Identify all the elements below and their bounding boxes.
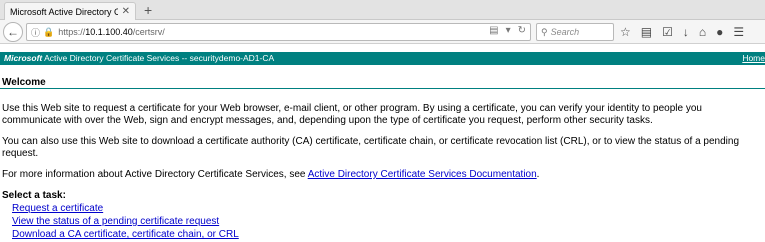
intro-paragraph: Use this Web site to request a certifica… [2,103,702,126]
home-icon[interactable]: ⌂ [699,23,706,41]
back-arrow-icon[interactable]: ← [3,22,23,42]
task-heading: Select a task: [2,190,66,201]
task-list: Request a certificate View the status of… [2,202,762,241]
new-tab-button[interactable]: + [144,2,152,18]
reading-list-icon[interactable]: ▤ [641,23,652,41]
reload-icon[interactable]: ↻ [518,25,526,36]
address-bar[interactable]: ⓘ 🔒 https://10.1.100.40/certsrv/ ▤ ▾ ↻ [26,23,531,41]
site-info-icon[interactable]: ⓘ [31,26,40,39]
download-ca-certificate-link[interactable]: Download a CA certificate, certificate c… [12,229,239,240]
bookmark-star-icon[interactable]: ☆ [620,23,631,41]
certsrv-header: Microsoft Active Directory Certificate S… [0,52,765,65]
view-pending-request-link[interactable]: View the status of a pending certificate… [12,216,219,227]
lock-icon: 🔒 [43,26,55,37]
home-link[interactable]: Home [742,52,765,65]
url-text: https://10.1.100.40/certsrv/ [58,27,165,37]
reader-view-icon[interactable]: ▤ [489,25,498,36]
documentation-link[interactable]: Active Directory Certificate Services Do… [308,169,537,180]
tab-title: Microsoft Active Directory Cert... [10,6,118,17]
browser-tab[interactable]: Microsoft Active Directory Cert... ✕ [4,2,136,20]
download-icon[interactable]: ↓ [683,23,689,41]
page-content: Welcome Use this Web site to request a c… [2,77,762,241]
close-tab-icon[interactable]: ✕ [122,6,130,17]
search-icon: ⚲ [541,26,548,37]
download-paragraph: You can also use this Web site to downlo… [2,136,740,159]
menu-icon[interactable]: ☰ [733,23,744,41]
header-title: Active Directory Certificate Services --… [42,53,275,63]
header-brand: Microsoft [4,53,43,63]
page-title: Welcome [2,77,46,88]
tab-strip: Microsoft Active Directory Cert... ✕ + [0,0,765,20]
chat-icon[interactable]: ● [716,23,723,41]
navigation-bar: ← ⓘ 🔒 https://10.1.100.40/certsrv/ ▤ ▾ ↻… [0,20,765,44]
search-input[interactable]: ⚲ Search [536,23,614,41]
request-certificate-link[interactable]: Request a certificate [12,203,103,214]
more-info-paragraph: For more information about Active Direct… [2,169,540,180]
pocket-icon[interactable]: ☑ [662,23,673,41]
dropdown-arrow-icon[interactable]: ▾ [506,25,511,36]
